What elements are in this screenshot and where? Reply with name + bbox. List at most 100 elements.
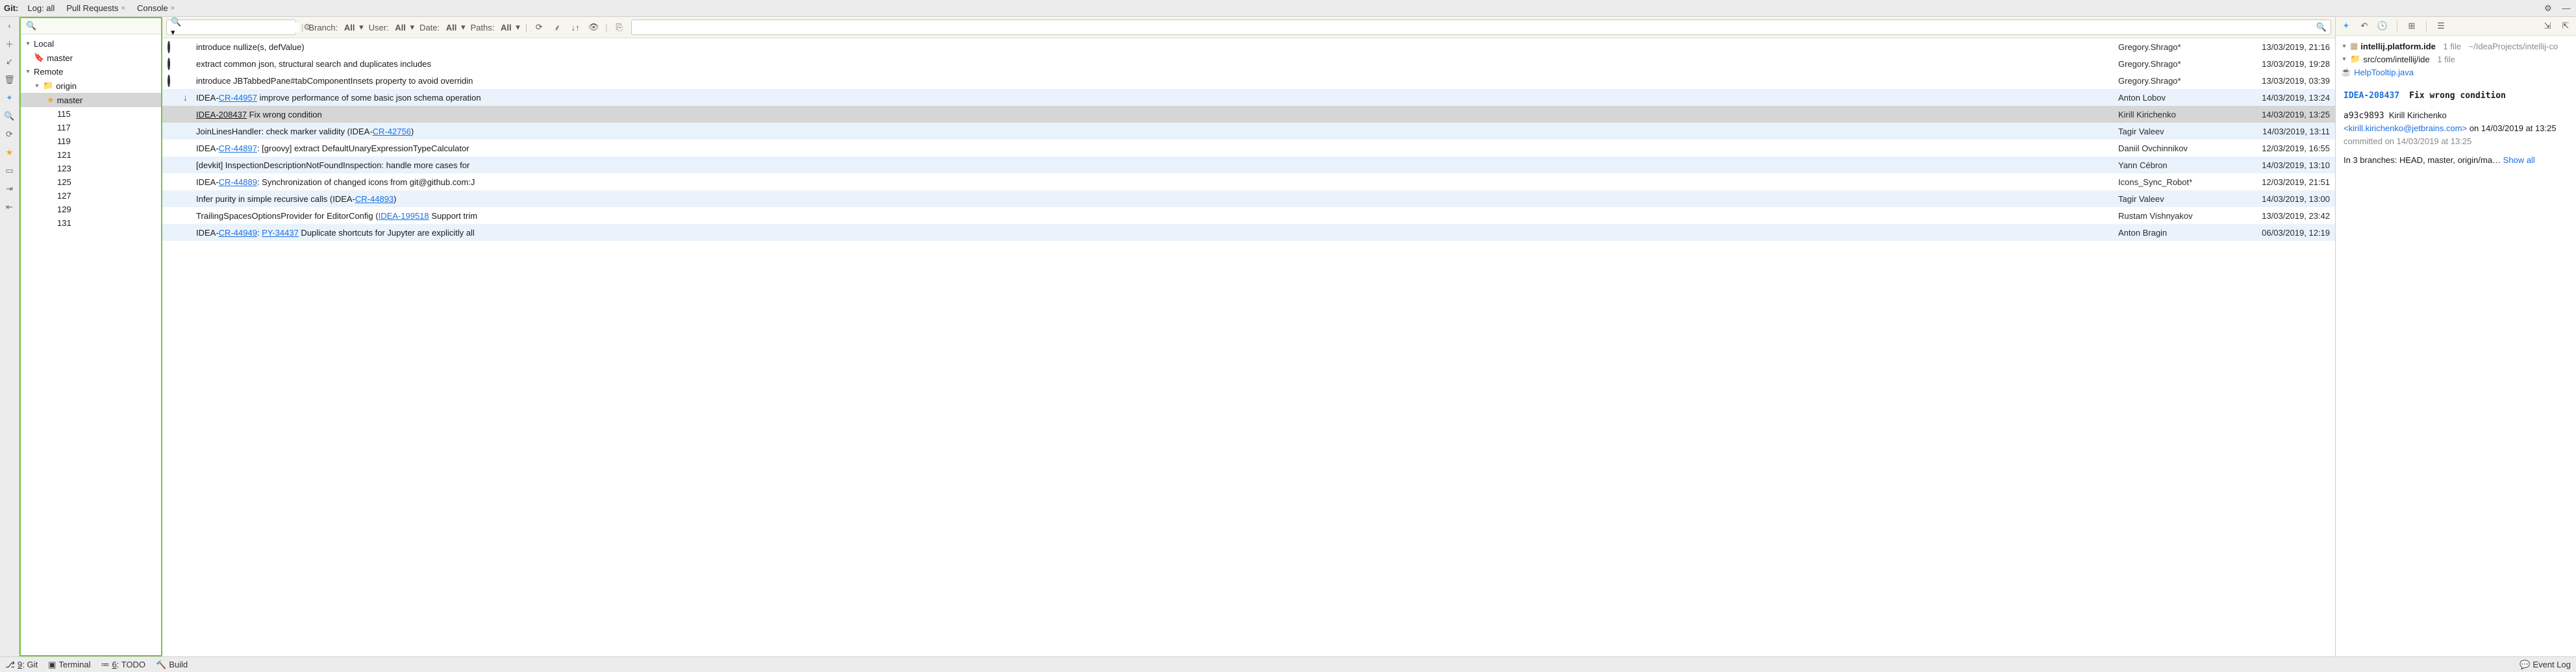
refresh-icon[interactable]: ⟳ (4, 129, 16, 140)
log-search[interactable]: 🔍▾ ⚙ (166, 19, 296, 35)
java-file-icon: ☕ (2341, 67, 2351, 77)
commit-row[interactable]: ↓IDEA-CR-44957 improve performance of so… (162, 89, 2335, 106)
branch-item[interactable]: 125 (21, 175, 161, 189)
branch-local-master[interactable]: 🔖 master (21, 51, 161, 65)
commit-row[interactable]: IDEA-CR-44949: PY-34437 Duplicate shortc… (162, 224, 2335, 241)
branch-item[interactable]: 117 (21, 121, 161, 134)
issue-link[interactable]: CR-44897 (219, 143, 257, 153)
tab-pull-requests[interactable]: Pull Requests× (64, 2, 128, 14)
branch-item[interactable]: 129 (21, 203, 161, 216)
commit-message: IDEA-CR-44949: PY-34437 Duplicate shortc… (196, 228, 2114, 238)
branch-group-local[interactable]: ▾ Local (21, 37, 161, 51)
commit-author: Gregory.Shrago* (2118, 42, 2229, 52)
collapse-bottom-icon[interactable]: ⇤ (4, 201, 16, 213)
package-row[interactable]: ▾ 📁 src/com/intellij/ide 1 file (2341, 53, 2571, 66)
issue-link[interactable]: IDEA-208437 (2344, 91, 2399, 101)
commit-date: 13/03/2019, 19:28 (2232, 59, 2330, 69)
cherry-pick-icon[interactable]: ⸙ (551, 21, 564, 34)
branch-group-remote[interactable]: ▾ Remote (21, 65, 161, 79)
search-icon[interactable]: 🔍 (4, 110, 16, 122)
branch-origin-master[interactable]: ★ master (21, 93, 161, 107)
history-icon[interactable]: 🕓 (2376, 19, 2389, 32)
commit-row[interactable]: [devkit] InspectionDescriptionNotFoundIn… (162, 156, 2335, 173)
back-icon[interactable]: ‹ (4, 19, 16, 31)
branch-item[interactable]: 127 (21, 189, 161, 203)
commit-date: 12/03/2019, 21:51 (2232, 177, 2330, 187)
branch-item[interactable]: 115 (21, 107, 161, 121)
eye-icon[interactable]: 👁 (587, 21, 600, 34)
branch-remote-origin[interactable]: ▾ 📁 origin (21, 79, 161, 93)
filter-date[interactable]: Date: All ▾ (419, 22, 465, 32)
sort-icon[interactable]: ↓↑ (569, 21, 582, 34)
issue-link[interactable]: PY-34437 (262, 228, 299, 238)
branch-item[interactable]: 121 (21, 148, 161, 162)
commit-branches: In 3 branches: HEAD, master, origin/ma… (2344, 155, 2503, 165)
flatten-icon[interactable]: ☰ (2434, 19, 2447, 32)
pin-icon[interactable]: ↙ (4, 56, 16, 68)
ai-icon[interactable]: ✦ (4, 92, 16, 104)
filter-user[interactable]: User: All ▾ (369, 22, 414, 32)
tab-log-all[interactable]: Log: all (25, 2, 57, 14)
show-all-link[interactable]: Show all (2503, 155, 2535, 165)
tool-window-todo[interactable]: ≔ 6: TODO (101, 660, 145, 670)
commit-row[interactable]: Infer purity in simple recursive calls (… (162, 190, 2335, 207)
filter-paths[interactable]: Paths: All ▾ (471, 22, 520, 32)
branch-search[interactable]: 🔍 (21, 18, 161, 34)
log-search-input[interactable] (185, 23, 299, 32)
group-icon[interactable]: ⊞ (2405, 19, 2418, 32)
collapse-icon[interactable]: ⇱ (2559, 19, 2572, 32)
issue-link[interactable]: CR-44957 (219, 93, 257, 103)
minimize-icon[interactable]: — (2560, 3, 2572, 14)
commit-list[interactable]: introduce nullize(s, defValue)Gregory.Sh… (162, 38, 2335, 656)
commit-row[interactable]: IDEA-CR-44889: Synchronization of change… (162, 173, 2335, 190)
branch-item[interactable]: 131 (21, 216, 161, 230)
screen-icon[interactable]: ▭ (4, 165, 16, 177)
plus-icon[interactable]: ＋ (4, 38, 16, 49)
issue-link[interactable]: CR-44949 (219, 228, 257, 238)
expand-icon[interactable]: ⇲ (2541, 19, 2554, 32)
commit-row[interactable]: introduce nullize(s, defValue)Gregory.Sh… (162, 38, 2335, 55)
tool-window-build[interactable]: 🔨Build (156, 660, 188, 670)
branch-item[interactable]: 123 (21, 162, 161, 175)
tab-console[interactable]: Console× (134, 2, 177, 14)
undo-icon[interactable]: ↶ (2358, 19, 2371, 32)
issue-link[interactable]: CR-44889 (219, 177, 257, 187)
issue-link[interactable]: IDEA-199518 (379, 211, 429, 221)
ai-icon[interactable]: ✦ (2340, 19, 2353, 32)
tool-window-terminal[interactable]: ▣ Terminal (48, 660, 90, 670)
trash-icon[interactable]: 🗑 (4, 74, 16, 86)
open-new-tab-icon[interactable]: ⎘ (613, 21, 626, 34)
commit-author: Anton Lobov (2118, 93, 2229, 103)
file-row[interactable]: ☕ HelpTooltip.java (2341, 66, 2571, 79)
commit-row[interactable]: extract common json, structural search a… (162, 55, 2335, 72)
commit-date: 13/03/2019, 23:42 (2232, 211, 2330, 221)
commit-row[interactable]: IDEA-CR-44897: [groovy] extract DefaultU… (162, 140, 2335, 156)
refresh-icon[interactable]: ⟳ (532, 21, 545, 34)
branch-item[interactable]: 119 (21, 134, 161, 148)
star-icon[interactable]: ★ (4, 147, 16, 158)
event-log[interactable]: 💬 Event Log (2520, 660, 2571, 670)
commit-row[interactable]: JoinLinesHandler: check marker validity … (162, 123, 2335, 140)
file-link[interactable]: HelpTooltip.java (2354, 68, 2414, 77)
close-icon[interactable]: × (121, 5, 125, 12)
folder-icon: 📁 (2350, 54, 2360, 64)
filter-branch[interactable]: Branch: All ▾ (308, 22, 363, 32)
tool-window-git[interactable]: ⎇ 9: Git (5, 660, 38, 670)
chevron-down-icon: ▾ (25, 68, 31, 75)
commit-row[interactable]: introduce JBTabbedPane#tabComponentInset… (162, 72, 2335, 89)
commit-row[interactable]: TrailingSpacesOptionsProvider for Editor… (162, 207, 2335, 224)
search-icon: 🔍▾ (171, 17, 181, 38)
collapse-top-icon[interactable]: ⇥ (4, 183, 16, 195)
close-icon[interactable]: × (171, 5, 175, 12)
commit-date: 06/03/2019, 12:19 (2232, 228, 2330, 238)
gear-icon[interactable]: ⚙ (2542, 3, 2554, 14)
log-quick-search[interactable]: 🔍 (631, 19, 2331, 35)
bookmark-icon: 🔖 (34, 53, 44, 63)
branch-search-input[interactable] (40, 21, 156, 31)
issue-link[interactable]: CR-42756 (373, 127, 411, 136)
issue-link[interactable]: CR-44893 (355, 194, 394, 204)
commit-row[interactable]: IDEA-208437 Fix wrong conditionKirill Ki… (162, 106, 2335, 123)
module-row[interactable]: ▾ ▦ intellij.platform.ide 1 file ~/IdeaP… (2341, 40, 2571, 53)
commit-author-email[interactable]: <kirill.kirichenko@jetbrains.com> (2344, 123, 2467, 133)
commit-author: Tagir Valeev (2118, 194, 2229, 204)
